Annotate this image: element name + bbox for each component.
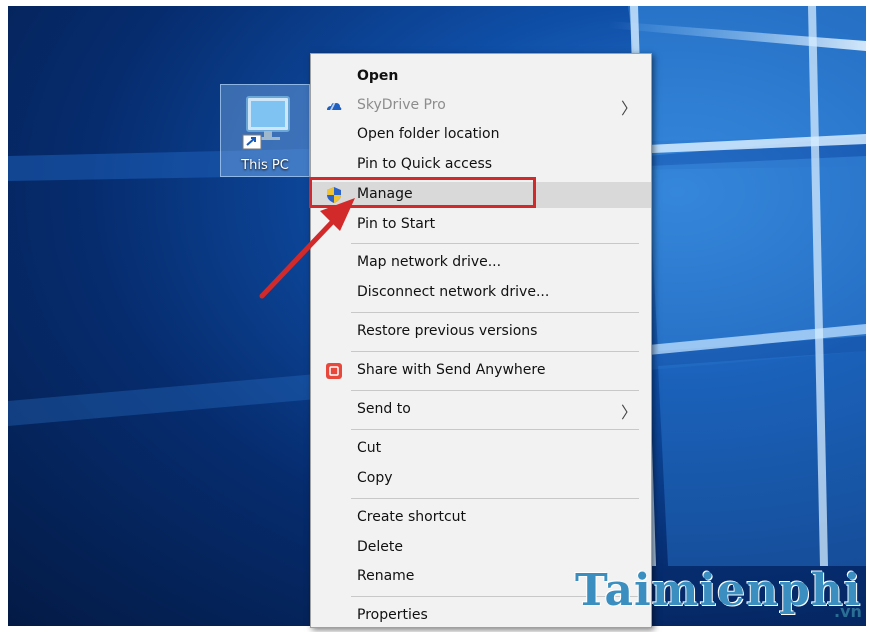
watermark-logo: Taimienphi	[575, 565, 862, 616]
watermark-domain: .vn	[834, 602, 862, 621]
red-arrow-annotation	[259, 198, 355, 299]
